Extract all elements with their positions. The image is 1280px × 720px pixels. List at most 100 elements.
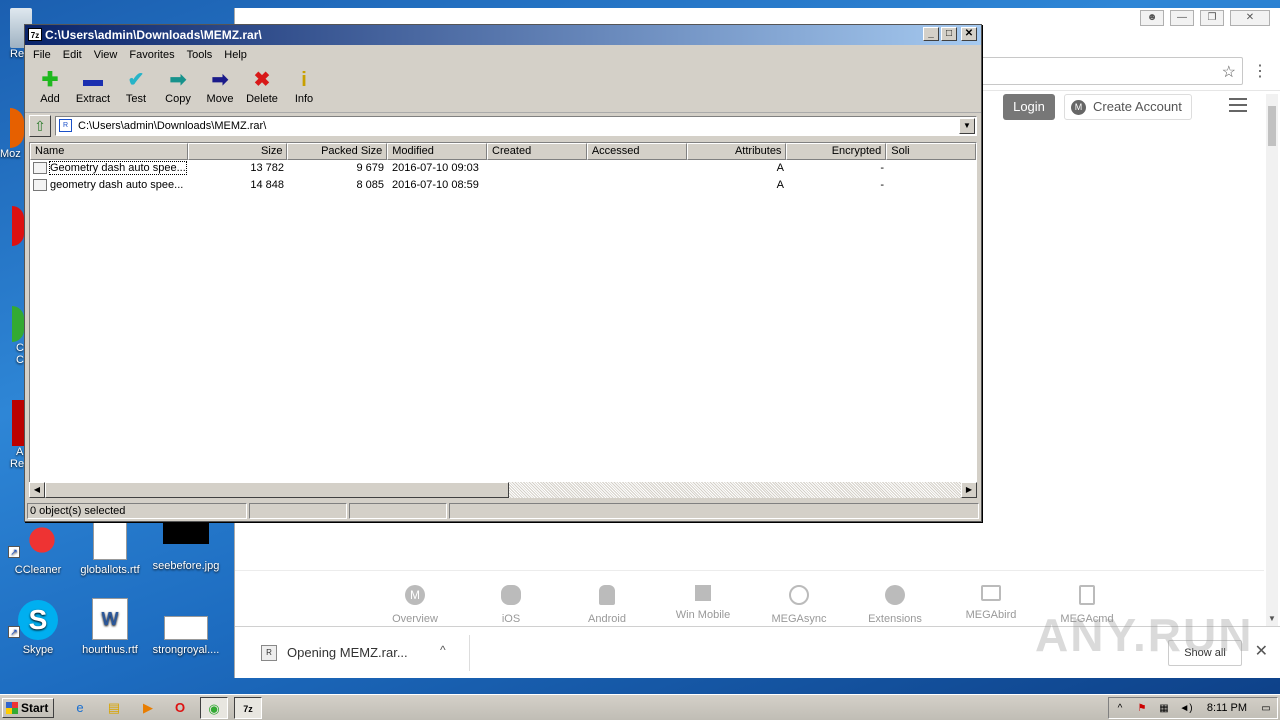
path-text: C:\Users\admin\Downloads\MEMZ.rar\ (78, 120, 267, 132)
platform-win-mobile[interactable]: Win Mobile (655, 571, 751, 626)
info-button[interactable]: i Info (283, 65, 325, 112)
menu-edit[interactable]: Edit (57, 49, 88, 61)
scrollbar-thumb[interactable] (1268, 106, 1276, 146)
media-player-icon[interactable]: ▶ (134, 697, 162, 719)
minimize-button[interactable]: _ (923, 27, 939, 41)
shortcut-arrow-icon: ↗ (8, 546, 20, 558)
platform-overview[interactable]: M Overview (367, 571, 463, 626)
add-button[interactable]: ✚ Add (29, 65, 71, 112)
profile-icon[interactable]: ☻ (1140, 10, 1164, 26)
attributes-cell: A (776, 162, 784, 174)
platform-ios[interactable]: iOS (463, 571, 559, 626)
scroll-left-icon[interactable]: ◀ (29, 482, 45, 498)
hourthus-desktop-icon[interactable]: W hourthus.rtf (72, 598, 148, 656)
window-titlebar[interactable]: 7z C:\Users\admin\Downloads\MEMZ.rar\ _ … (25, 25, 981, 45)
column-solid[interactable]: Soli (886, 143, 976, 160)
platform-megabird[interactable]: MEGAbird (943, 571, 1039, 626)
column-packed-size[interactable]: Packed Size (287, 143, 388, 160)
hamburger-menu-icon[interactable] (1229, 98, 1247, 112)
test-button[interactable]: ✔ Test (115, 65, 157, 112)
column-accessed[interactable]: Accessed (586, 143, 687, 160)
chrome-taskbar-icon[interactable]: ◉ (200, 697, 228, 719)
menu-favorites[interactable]: Favorites (123, 49, 180, 61)
volume-icon[interactable]: ◄) (1179, 702, 1193, 716)
scrollbar-track[interactable] (509, 482, 961, 498)
shortcut-arrow-icon: ↗ (8, 626, 20, 638)
table-row[interactable]: Geometry dash auto spee... 13 782 9 679 … (30, 160, 976, 177)
start-button[interactable]: Start (2, 698, 54, 718)
path-combobox[interactable]: R C:\Users\admin\Downloads\MEMZ.rar\ ▼ (55, 116, 977, 136)
restore-icon[interactable]: ❐ (1200, 10, 1224, 26)
opera-taskbar-icon[interactable]: O (166, 697, 194, 719)
recycle-bin-icon[interactable]: Re (0, 8, 32, 60)
platform-label: Win Mobile (675, 609, 731, 621)
close-icon[interactable]: ✕ (1230, 10, 1270, 26)
minimize-icon[interactable]: — (1170, 10, 1194, 26)
firefox-icon[interactable]: Moz (0, 108, 24, 160)
desktop-icon-label: strongroyal.... (152, 644, 220, 656)
move-button[interactable]: ➡ Move (199, 65, 241, 112)
maximize-button[interactable]: □ (941, 27, 957, 41)
platform-megasync[interactable]: MEGAsync (751, 571, 847, 626)
acrobat-icon[interactable]: A Re (0, 400, 24, 470)
show-desktop-icon[interactable]: ▭ (1259, 702, 1273, 716)
scrollbar-thumb[interactable] (45, 482, 509, 498)
clock[interactable]: 8:11 PM (1207, 702, 1247, 714)
edge-label: A (16, 446, 24, 458)
close-icon[interactable]: ✕ (1255, 641, 1268, 661)
chrome-menu-icon[interactable]: ⋮ (1252, 61, 1268, 81)
show-hidden-icons-icon[interactable]: ^ (1113, 702, 1127, 716)
address-bar[interactable]: ☆ (981, 57, 1243, 85)
menu-help[interactable]: Help (218, 49, 253, 61)
size-cell: 14 848 (250, 179, 284, 191)
menu-bar: File Edit View Favorites Tools Help (25, 45, 981, 65)
globallots-desktop-icon[interactable]: globallots.rtf (72, 520, 148, 576)
platform-label: Android (588, 613, 626, 625)
horizontal-scrollbar[interactable]: ◀ ▶ (29, 482, 977, 498)
menu-file[interactable]: File (27, 49, 57, 61)
7zip-taskbar-icon[interactable]: 7z (234, 697, 262, 719)
chevron-down-icon[interactable]: ▼ (959, 118, 975, 134)
column-modified[interactable]: Modified (387, 143, 488, 160)
create-account-button[interactable]: M Create Account (1064, 94, 1192, 120)
platform-extensions[interactable]: Extensions (847, 571, 943, 626)
skype-desktop-icon[interactable]: S Skype ↗ (0, 600, 76, 656)
page-scrollbar[interactable]: ▼ (1266, 94, 1278, 626)
sync-icon (789, 585, 809, 605)
login-button[interactable]: Login (1003, 94, 1055, 120)
chrome-desktop-icon[interactable]: C C (0, 306, 24, 366)
delete-button[interactable]: ✖ Delete (241, 65, 283, 112)
action-center-icon[interactable]: ⚑ (1135, 702, 1149, 716)
extract-button[interactable]: ▬ Extract (71, 65, 115, 112)
mega-logo-icon: M (1071, 100, 1086, 115)
column-size[interactable]: Size (187, 143, 288, 160)
column-created[interactable]: Created (487, 143, 587, 160)
column-encrypted[interactable]: Encrypted (786, 143, 887, 160)
close-button[interactable]: ✕ (961, 27, 977, 41)
internet-explorer-icon[interactable]: e (66, 697, 94, 719)
platform-android[interactable]: Android (559, 571, 655, 626)
ccleaner-desktop-icon[interactable]: CCleaner ↗ (0, 520, 76, 576)
column-attributes[interactable]: Attributes (686, 143, 787, 160)
desktop-icon-label: seebefore.jpg (152, 560, 220, 572)
up-folder-icon[interactable]: ⇧ (29, 115, 51, 137)
table-row[interactable]: geometry dash auto spee... 14 848 8 085 … (30, 177, 976, 194)
file-explorer-icon[interactable]: ▤ (100, 697, 128, 719)
copy-button[interactable]: ➡ Copy (157, 65, 199, 112)
column-name[interactable]: Name (30, 143, 188, 160)
apple-icon (501, 585, 521, 605)
menu-view[interactable]: View (88, 49, 124, 61)
scroll-down-icon[interactable]: ▼ (1266, 614, 1278, 626)
create-account-label: Create Account (1093, 99, 1182, 114)
network-icon[interactable]: ▦ (1157, 702, 1171, 716)
edge-label: Moz (0, 148, 21, 160)
scroll-right-icon[interactable]: ▶ (961, 482, 977, 498)
opera-icon[interactable] (0, 206, 24, 246)
download-item[interactable]: R Opening MEMZ.rar... (259, 641, 459, 665)
seebefore-desktop-icon[interactable]: seebefore.jpg (148, 520, 224, 572)
chevron-up-icon[interactable]: ^ (440, 643, 446, 657)
strongroyal-desktop-icon[interactable]: strongroyal.... (148, 598, 224, 656)
anyrun-watermark: ANY.RUN (1035, 609, 1254, 661)
menu-tools[interactable]: Tools (181, 49, 219, 61)
bookmark-star-icon[interactable]: ☆ (1222, 62, 1236, 82)
